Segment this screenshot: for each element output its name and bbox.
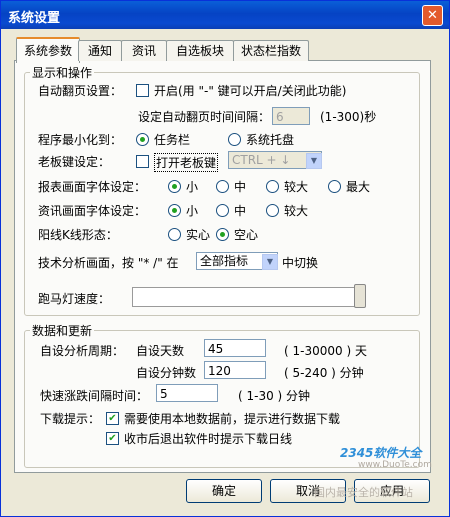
info-font-large-label: 较大 <box>284 204 309 218</box>
chevron-down-icon: ▼ <box>306 153 322 169</box>
marquee-slider-thumb[interactable] <box>354 284 366 308</box>
info-font-small-radio[interactable] <box>168 204 181 217</box>
period-label: 自设分析周期： <box>40 344 125 358</box>
title-bar[interactable] <box>1 1 449 29</box>
marquee-speed-slider[interactable] <box>132 287 356 307</box>
report-font-large-radio[interactable] <box>266 180 279 193</box>
display-group-title: 显示和操作 <box>30 64 95 81</box>
auto-page-label: 自动翻页设置： <box>38 84 123 98</box>
ok-button[interactable]: 确定 <box>186 479 262 503</box>
watermark-line2: www.DuoTe.com <box>358 460 432 470</box>
candle-hollow-label: 空心 <box>234 228 259 242</box>
download-local-label: 需要使用本地数据前，提示进行数据下载 <box>124 412 341 426</box>
tab-news[interactable]: 资讯 <box>121 40 167 61</box>
interval-input[interactable]: 6 <box>272 107 310 125</box>
minimize-taskbar-label: 任务栏 <box>154 133 191 147</box>
minutes-range: ( 5-240 ) 分钟 <box>284 366 364 380</box>
watermark-line1: 2345软件大全 <box>340 446 422 460</box>
info-font-medium-radio[interactable] <box>216 204 229 217</box>
rise-label: 快速涨跌间隔时间： <box>40 389 149 403</box>
candle-solid-radio[interactable] <box>168 228 181 241</box>
download-close-label: 收市后退出软件时提示下载日线 <box>124 432 293 446</box>
tech-label-post: 中切换 <box>282 256 319 270</box>
tech-indicator-value: 全部指标 <box>200 254 249 268</box>
candle-solid-label: 实心 <box>186 228 211 242</box>
watermark-line3: 国内最安全的软件站 <box>314 486 413 499</box>
days-label: 自设天数 <box>136 344 185 358</box>
days-input[interactable]: 45 <box>204 339 266 357</box>
report-font-medium-label: 中 <box>234 180 247 194</box>
report-font-small-radio[interactable] <box>168 180 181 193</box>
rise-input[interactable]: 5 <box>156 384 218 402</box>
auto-page-checkbox-label: 开启(用 "-" 键可以开启/关闭此功能) <box>154 84 347 98</box>
minimize-tray-radio[interactable] <box>228 133 241 146</box>
interval-label: 设定自动翻页时间间隔： <box>138 110 271 124</box>
tab-custom-sector[interactable]: 自选板块 <box>166 40 234 61</box>
tab-notify[interactable]: 通知 <box>78 40 122 61</box>
boss-key-checkbox[interactable] <box>136 155 149 168</box>
interval-range: (1-300)秒 <box>320 110 377 124</box>
info-font-large-radio[interactable] <box>266 204 279 217</box>
download-label: 下载提示： <box>40 412 101 426</box>
report-font-small-label: 小 <box>186 180 199 194</box>
report-font-xlarge-label: 最大 <box>346 180 371 194</box>
download-close-checkbox[interactable]: ✔ <box>106 432 119 445</box>
info-font-small-label: 小 <box>186 204 199 218</box>
candle-hollow-radio[interactable] <box>216 228 229 241</box>
info-font-medium-label: 中 <box>234 204 247 218</box>
tech-label-pre: 技术分析画面，按 "* /" 在 <box>38 256 179 270</box>
report-font-large-label: 较大 <box>284 180 309 194</box>
minutes-input[interactable]: 120 <box>204 361 266 379</box>
auto-page-checkbox[interactable] <box>136 84 149 97</box>
minimize-taskbar-radio[interactable] <box>136 133 149 146</box>
data-group-title: 数据和更新 <box>30 322 95 339</box>
minimize-tray-label: 系统托盘 <box>246 133 295 147</box>
minutes-label: 自设分钟数 <box>136 366 197 380</box>
download-local-checkbox[interactable]: ✔ <box>106 412 119 425</box>
chevron-down-icon: ▼ <box>262 254 278 270</box>
report-font-medium-radio[interactable] <box>216 180 229 193</box>
info-font-label: 资讯画面字体设定： <box>38 204 147 218</box>
boss-key-label: 老板键设定： <box>38 155 111 169</box>
close-button[interactable]: ✕ <box>422 5 443 26</box>
tab-system-params[interactable]: 系统参数 <box>16 37 80 63</box>
report-font-label: 报表画面字体设定： <box>38 180 147 194</box>
candle-label: 阳线K线形态： <box>38 228 118 242</box>
days-range: ( 1-30000 ) 天 <box>284 344 367 358</box>
tab-status-index[interactable]: 状态栏指数 <box>233 40 309 61</box>
boss-key-checkbox-label: 打开老板键 <box>154 153 219 172</box>
report-font-xlarge-radio[interactable] <box>328 180 341 193</box>
window-title: 系统设置 <box>8 11 61 26</box>
minimize-label: 程序最小化到： <box>38 133 123 147</box>
close-icon: ✕ <box>427 8 438 23</box>
rise-range: ( 1-30 ) 分钟 <box>238 389 311 403</box>
boss-key-value: CTRL + ↓ <box>232 153 291 167</box>
marquee-label: 跑马灯速度： <box>38 292 111 306</box>
